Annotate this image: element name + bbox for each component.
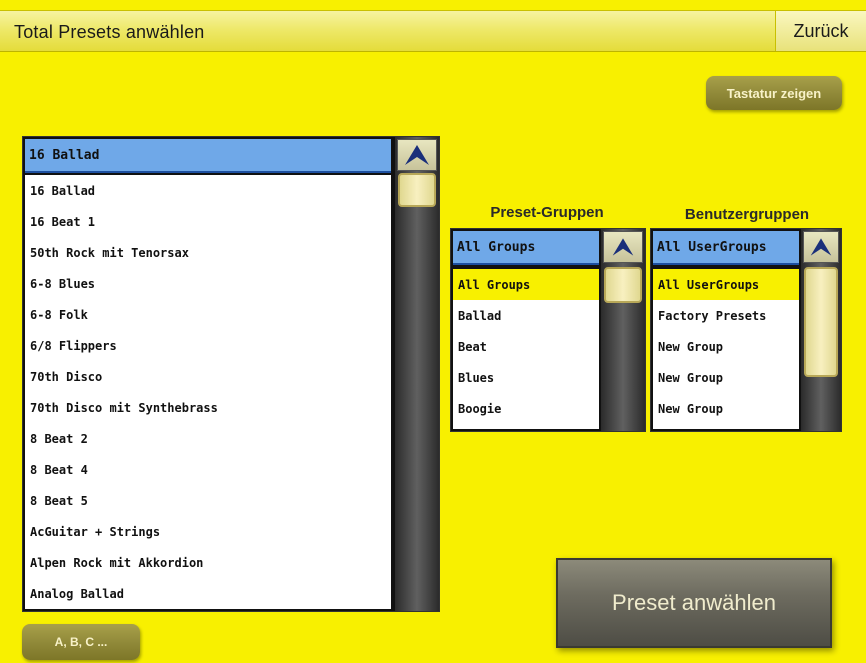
user-groups-label: Benutzergruppen — [684, 206, 810, 223]
list-item[interactable]: 8 Beat 5 — [25, 485, 391, 516]
list-item[interactable]: New Group — [653, 393, 799, 424]
preset-groups-scrollbar[interactable] — [601, 229, 645, 431]
select-preset-button[interactable]: Preset anwählen — [556, 558, 832, 648]
list-item[interactable]: 70th Disco — [25, 361, 391, 392]
list-item[interactable]: 8 Beat 2 — [25, 423, 391, 454]
list-item[interactable]: Ballad — [453, 300, 599, 331]
preset-groups-scroll-thumb[interactable] — [604, 267, 642, 303]
preset-groups-selected[interactable]: All Groups — [453, 231, 599, 265]
show-keyboard-button[interactable]: Tastatur zeigen — [706, 76, 842, 110]
list-item[interactable]: AcGuitar + Strings — [25, 516, 391, 547]
scroll-up-arrow-icon[interactable] — [603, 231, 643, 263]
user-groups-scrollbar[interactable] — [801, 229, 841, 431]
list-item[interactable]: Factory Presets — [653, 300, 799, 331]
list-item[interactable]: Boogie — [453, 393, 599, 424]
user-groups-items: All UserGroups Factory Presets New Group Ne… — [653, 269, 799, 429]
list-item[interactable]: 6-8 Folk — [25, 299, 391, 330]
list-item[interactable]: Alpen Rock mit Akkordion — [25, 547, 391, 578]
list-item[interactable]: New Group — [653, 362, 799, 393]
list-item[interactable]: All UserGroups — [653, 269, 799, 300]
title-bar: Total Presets anwählen Zurück — [0, 10, 866, 52]
list-item[interactable]: New Group — [653, 331, 799, 362]
preset-list: 16 Ballad 16 Ballad 16 Beat 1 50th Rock mi… — [22, 136, 440, 612]
list-item[interactable]: 6-8 Blues — [25, 268, 391, 299]
list-item[interactable]: 16 Ballad — [25, 175, 391, 206]
list-item[interactable]: Blues — [453, 362, 599, 393]
preset-groups-label: Preset-Gruppen — [490, 204, 604, 221]
preset-list-scrollbar[interactable] — [395, 137, 439, 611]
page-title: Total Presets anwählen — [14, 22, 205, 42]
user-groups-selected[interactable]: All UserGroups — [653, 231, 799, 265]
list-item[interactable]: 70th Disco mit Synthebrass — [25, 392, 391, 423]
list-item[interactable]: All Groups — [453, 269, 599, 300]
list-item[interactable]: 8 Beat 4 — [25, 454, 391, 485]
list-item[interactable]: Beat — [453, 331, 599, 362]
scroll-up-arrow-icon[interactable] — [803, 231, 839, 263]
preset-groups-list: All Groups All Groups Ballad Beat Blues Boog… — [450, 228, 646, 432]
list-item[interactable]: 16 Beat 1 — [25, 206, 391, 237]
user-groups-list: All UserGroups All UserGroups Factory Pre… — [650, 228, 842, 432]
preset-list-selected[interactable]: 16 Ballad — [25, 139, 391, 173]
preset-groups-items: All Groups Ballad Beat Blues Boogie — [453, 269, 599, 429]
preset-list-scroll-thumb[interactable] — [398, 173, 436, 207]
scroll-up-arrow-icon[interactable] — [397, 139, 437, 171]
back-button[interactable]: Zurück — [775, 11, 866, 51]
alphabet-filter-button[interactable]: A, B, C ... — [22, 624, 140, 660]
preset-list-items: 16 Ballad 16 Beat 1 50th Rock mit Tenorsax… — [25, 175, 391, 609]
list-item[interactable]: 50th Rock mit Tenorsax — [25, 237, 391, 268]
list-item[interactable]: Analog Ballad — [25, 578, 391, 609]
list-item[interactable]: 6/8 Flippers — [25, 330, 391, 361]
user-groups-scroll-thumb[interactable] — [804, 267, 838, 377]
